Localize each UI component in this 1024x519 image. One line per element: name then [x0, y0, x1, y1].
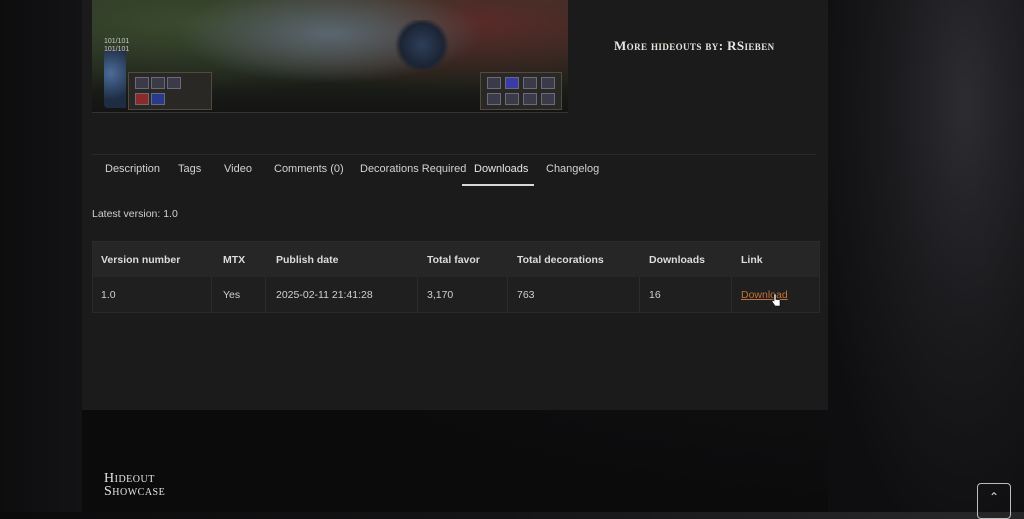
header-publish-date: Publish date — [276, 254, 339, 266]
column-divider — [507, 277, 508, 312]
column-divider — [265, 277, 266, 312]
hand-pointer-icon — [771, 293, 781, 307]
hud-slot — [151, 77, 165, 89]
cell-total-favor: 3,170 — [427, 289, 454, 301]
hud-flask — [151, 93, 165, 105]
character-figure — [392, 20, 452, 70]
tab-description[interactable]: Description — [105, 163, 160, 175]
hud-mana-readout: 101/101 — [104, 46, 130, 53]
right-background-art — [828, 0, 1024, 512]
hideout-showcase-logo[interactable]: Hideout Showcase — [104, 472, 166, 499]
tab-comments[interactable]: Comments (0) — [274, 163, 344, 175]
active-tab-indicator — [462, 184, 534, 186]
column-divider — [639, 277, 640, 312]
header-total-decorations: Total decorations — [517, 254, 604, 266]
hud-slot — [167, 77, 181, 89]
hud-right-panel — [480, 72, 562, 110]
column-divider — [211, 277, 212, 312]
more-hideouts-link[interactable]: More hideouts by: RSieben — [614, 38, 775, 54]
header-mtx: MTX — [223, 254, 246, 266]
tab-decorations-required[interactable]: Decorations Required — [360, 163, 466, 175]
tab-video[interactable]: Video — [224, 163, 252, 175]
table-row: 1.0 Yes 2025-02-11 21:41:28 3,170 763 16… — [93, 277, 819, 312]
chevron-up-icon: ⌃ — [989, 490, 1000, 504]
tab-downloads[interactable]: Downloads — [474, 163, 528, 175]
hud-slot — [541, 77, 555, 89]
cell-mtx: Yes — [223, 289, 241, 301]
latest-version-label: Latest version: 1.0 — [92, 208, 178, 220]
hud-slot — [487, 77, 501, 89]
hud-slot — [541, 93, 555, 105]
hud-slot — [135, 77, 149, 89]
hud-slot — [505, 93, 519, 105]
header-downloads: Downloads — [649, 254, 706, 266]
cell-version: 1.0 — [101, 289, 116, 301]
hud-flask — [135, 93, 149, 105]
hud-slot — [523, 93, 537, 105]
left-background — [0, 0, 82, 512]
hud-left-panel — [128, 72, 212, 110]
cell-total-decorations: 763 — [517, 289, 535, 301]
torn-edge-divider — [82, 400, 828, 426]
header-link: Link — [741, 254, 763, 266]
table-header: Version number MTX Publish date Total fa… — [93, 242, 819, 277]
hud-slot — [523, 77, 537, 89]
scroll-to-top-button[interactable]: ⌃ — [977, 483, 1011, 519]
mana-orb — [104, 50, 126, 108]
hud-life-readout: 101/101 — [104, 38, 130, 45]
column-divider — [731, 277, 732, 312]
hud-slot — [505, 77, 519, 89]
tab-bar: Description Tags Video Comments (0) Deco… — [92, 154, 816, 187]
header-total-favor: Total favor — [427, 254, 480, 266]
tab-changelog[interactable]: Changelog — [546, 163, 599, 175]
header-version-number: Version number — [101, 254, 181, 266]
logo-line-2: Showcase — [104, 484, 166, 499]
tab-tags[interactable]: Tags — [178, 163, 201, 175]
cell-downloads: 16 — [649, 289, 661, 301]
column-divider — [417, 277, 418, 312]
hud-slot — [487, 93, 501, 105]
cell-publish-date: 2025-02-11 21:41:28 — [276, 289, 373, 301]
downloads-table: Version number MTX Publish date Total fa… — [92, 241, 820, 313]
